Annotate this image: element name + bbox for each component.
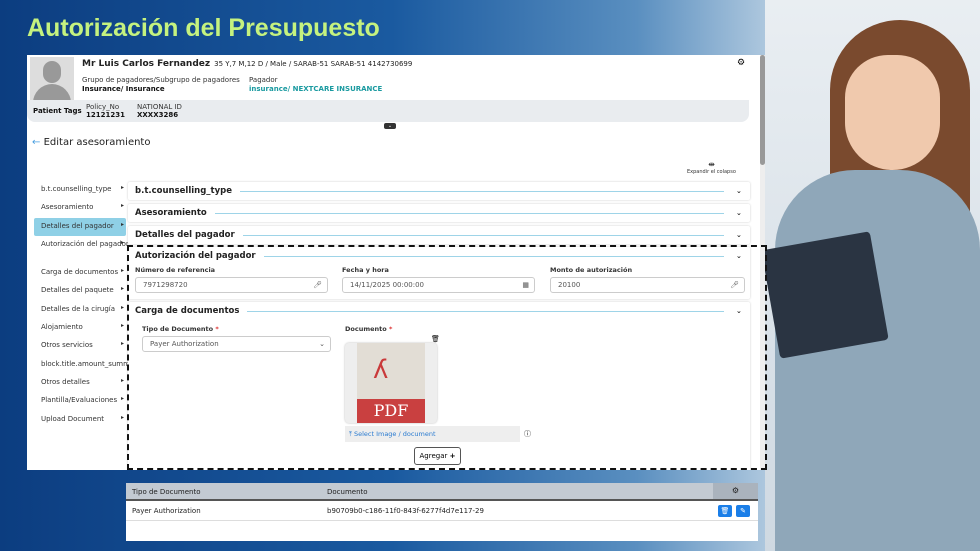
table-header: Tipo de Documento Documento ⚙: [126, 483, 758, 501]
doc-type-select[interactable]: Payer Authorization ⌄: [142, 336, 331, 352]
trash-icon[interactable]: 🗑︎: [431, 335, 440, 343]
section-payer-details[interactable]: Detalles del pagador ⌄: [128, 226, 750, 244]
app-panel: Mr Luis Carlos Fernandez 35 Y,7 M,12 D / …: [27, 55, 765, 470]
nav-item[interactable]: Carga de documentos ▸: [34, 264, 126, 282]
acrobat-icon: ʎ: [373, 355, 389, 385]
tags-label: Patient Tags: [33, 107, 82, 115]
chevron-down-icon[interactable]: ⌄: [736, 307, 750, 315]
chevron-down-icon: ⌄: [736, 187, 742, 195]
payer-value: insurance/ NEXTCARE INSURANCE: [249, 85, 383, 93]
gear-icon[interactable]: ⚙: [737, 58, 745, 68]
reference-number-input[interactable]: 7971298720 🎤︎: [135, 277, 328, 293]
nav-item[interactable]: Asesoramiento ▸: [34, 199, 126, 217]
nav-item[interactable]: Alojamiento ▸: [34, 319, 126, 337]
page-heading: Autorización del Presupuesto: [27, 14, 380, 42]
policy-label: Policy_No: [86, 103, 120, 111]
nav-item[interactable]: Detalles del paquete ▸: [34, 282, 126, 300]
policy-value: 12121231: [86, 111, 125, 119]
avatar: [30, 57, 74, 101]
edit-title: Editar asesoramiento: [43, 137, 151, 148]
nav-item[interactable]: Otros detalles ▸: [34, 374, 126, 392]
scrollbar[interactable]: [760, 55, 765, 470]
amount-label: Monto de autorización: [550, 266, 633, 274]
edit-button[interactable]: ✎: [736, 505, 750, 517]
document-label: Documento *: [345, 325, 393, 333]
payer-label: Pagador: [249, 76, 278, 84]
expand-label: Expandir el colapso: [687, 169, 736, 175]
ref-label: Número de referencia: [135, 266, 216, 274]
nav-item[interactable]: b.t.counselling_type ▸: [34, 181, 126, 199]
mic-icon: 🎤︎: [730, 281, 739, 289]
section-counselling-type[interactable]: b.t.counselling_type ⌄: [128, 182, 750, 200]
nav-item[interactable]: Autorización del pagador ▸: [34, 236, 129, 254]
nav-item[interactable]: Plantilla/Evaluaciones ▸: [34, 392, 126, 410]
documents-table: Tipo de Documento Documento ⚙ Payer Author…: [126, 483, 758, 541]
group-value: Insurance/ Insurance: [82, 85, 165, 93]
section-document-upload: Carga de documentos ⌄: [128, 302, 750, 470]
national-id-label: NATIONAL ID: [137, 103, 182, 111]
add-button[interactable]: Agregar +: [414, 447, 461, 465]
nav-item[interactable]: Detalles de la cirugía ▸: [34, 301, 126, 319]
table-row: Payer Authorization b90709b0-c186-11f0-84…: [126, 501, 758, 521]
select-document-button[interactable]: ⤒ Select Image / document: [345, 426, 520, 442]
calendar-icon: ▦: [522, 281, 529, 289]
expand-collapse-button[interactable]: ⇼ Expandir el colapso: [687, 160, 736, 175]
delete-button[interactable]: 🗑︎: [718, 505, 732, 517]
pdf-thumbnail[interactable]: ʎ PDF: [345, 343, 437, 423]
upload-icon: ⤒: [349, 430, 352, 438]
date-time-input[interactable]: 14/11/2025 00:00:00 ▦: [342, 277, 535, 293]
gear-icon[interactable]: ⚙: [713, 483, 758, 499]
nav-item[interactable]: block.title.amount_summary: [34, 356, 141, 374]
patient-details: 35 Y,7 M,12 D / Male / SARAB-51 SARAB-51…: [214, 60, 413, 68]
chevron-down-icon: ⌄: [319, 340, 325, 348]
nurse-photo: [761, 0, 980, 551]
back-arrow-icon: ←: [32, 137, 41, 148]
chevron-down-icon[interactable]: ⌄: [736, 252, 750, 260]
doc-type-label: Tipo de Documento *: [142, 325, 219, 333]
nav-item[interactable]: Otros servicios ▸: [34, 337, 126, 355]
date-label: Fecha y hora: [342, 266, 389, 274]
section-asesoramiento[interactable]: Asesoramiento ⌄: [128, 204, 750, 222]
chevron-down-icon: ⌄: [736, 231, 742, 239]
chevron-down-icon: ⌄: [736, 209, 742, 217]
national-id-value: XXXX3286: [137, 111, 179, 119]
nav-item-active[interactable]: Detalles del pagador ▸: [34, 217, 126, 236]
nav-item[interactable]: Upload Document ▸: [34, 411, 126, 429]
info-icon[interactable]: ⓘ: [524, 429, 531, 439]
amount-input[interactable]: 20100 🎤︎: [550, 277, 745, 293]
patient-name: Mr Luis Carlos Fernandez: [82, 59, 211, 69]
section-nav: b.t.counselling_type ▸ Asesoramiento ▸ Det…: [34, 181, 141, 429]
mic-icon: 🎤︎: [313, 281, 322, 289]
group-label: Grupo de pagadores/Subgrupo de pagadores: [82, 76, 240, 84]
patient-tags-bar: Patient Tags Policy_No 12121231 NATIONAL…: [27, 100, 749, 122]
collapse-header-toggle[interactable]: ⌄: [384, 123, 396, 129]
back-link[interactable]: ← Editar asesoramiento: [32, 137, 150, 148]
